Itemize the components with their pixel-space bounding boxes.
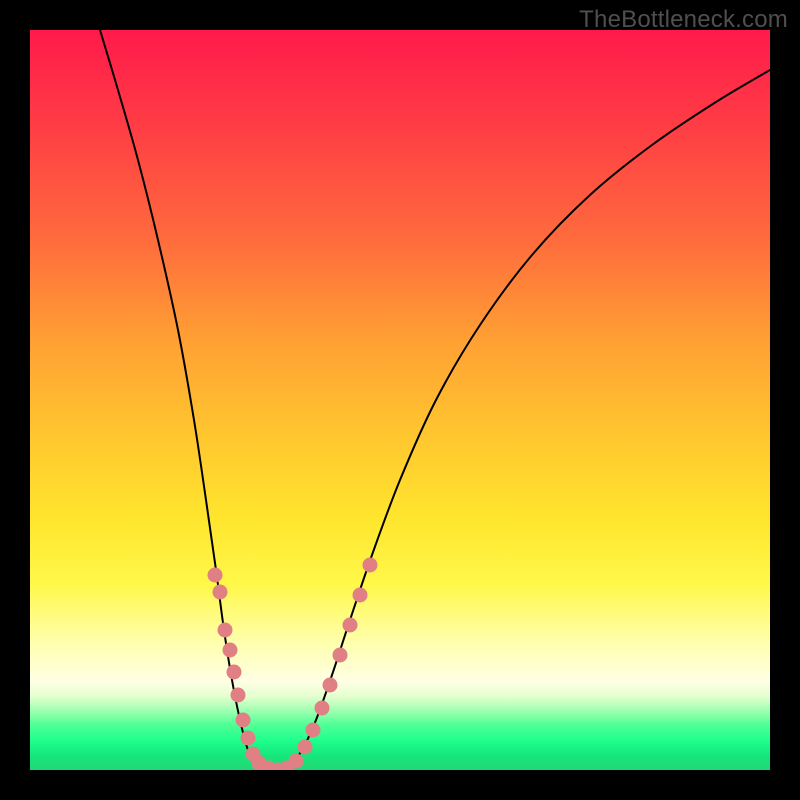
curve-dot [333, 648, 348, 663]
curve-dots-group [208, 558, 378, 771]
curve-dot [208, 568, 223, 583]
curve-dot [343, 618, 358, 633]
curve-dot [353, 588, 368, 603]
curve-dot [218, 623, 233, 638]
curve-dot [227, 665, 242, 680]
bottleneck-curve [100, 30, 770, 770]
curve-dot [315, 701, 330, 716]
curve-dot [323, 678, 338, 693]
curve-dot [363, 558, 378, 573]
curve-dot [241, 731, 256, 746]
curve-dot [213, 585, 228, 600]
curve-dot [236, 713, 251, 728]
curve-dot [231, 688, 246, 703]
curve-dot [306, 723, 321, 738]
plot-overlay [30, 30, 770, 770]
curve-dot [289, 754, 304, 769]
curve-dot [298, 740, 313, 755]
watermark-text: TheBottleneck.com [579, 6, 788, 34]
curve-dot [223, 643, 238, 658]
chart-frame: TheBottleneck.com [0, 0, 800, 800]
